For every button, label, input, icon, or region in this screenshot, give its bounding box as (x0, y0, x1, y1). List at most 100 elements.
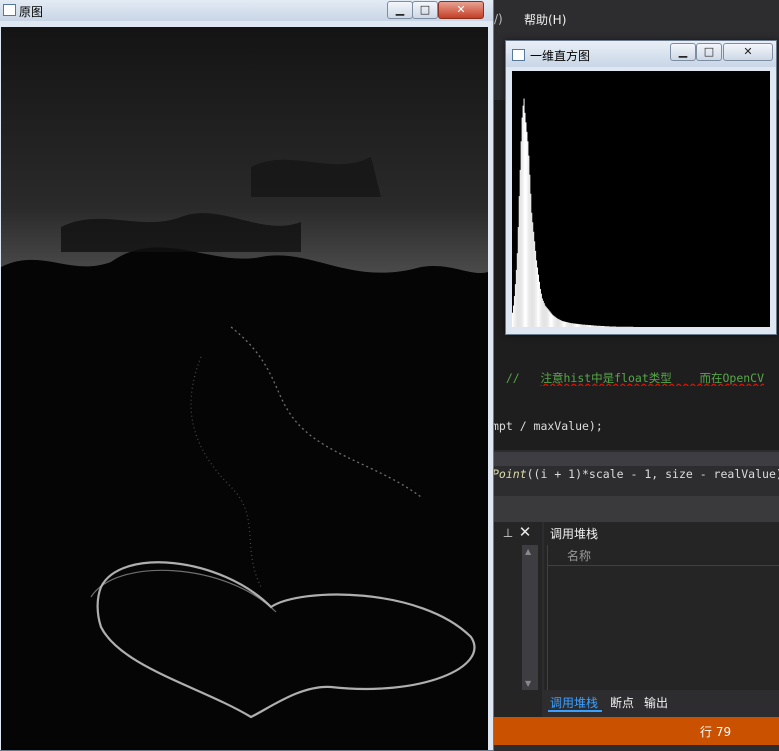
code-point-args: ((i + 1)*scale - 1, size - realValue)) (527, 467, 779, 481)
histogram-bar (582, 325, 583, 327)
close-button[interactable]: ✕ (723, 43, 773, 61)
window-title: 原图 (19, 3, 43, 20)
histogram-bar (515, 284, 516, 327)
editor-horizontal-scrollbar[interactable] (492, 452, 779, 466)
code-lines: // 注意hist中是float类型 而在OpenCV mpt / maxVal… (492, 338, 779, 498)
histogram-bar (537, 268, 538, 328)
window-app-icon (3, 4, 16, 16)
histogram-bar (554, 317, 555, 327)
code-type-keyword: Point (492, 467, 527, 481)
histogram-bar (526, 132, 527, 327)
histogram-bar (564, 322, 565, 327)
histogram-bar (543, 301, 544, 327)
histogram-bar (516, 270, 517, 327)
histogram-background (512, 71, 770, 327)
histogram-bar (532, 222, 533, 327)
minimize-button[interactable]: ▁ (387, 1, 413, 19)
minimize-button[interactable]: ▁ (670, 43, 696, 61)
histogram-bar (573, 323, 574, 327)
histogram-bar (521, 141, 522, 327)
histogram-bar (553, 316, 554, 327)
histogram-bar (541, 294, 542, 327)
histogram-window[interactable]: 一维直方图 ▁ □ ✕ (505, 40, 777, 335)
tab-output[interactable]: 输出 (644, 694, 668, 711)
histogram-bar (540, 289, 541, 327)
histogram-bar (595, 326, 596, 327)
histogram-bar (547, 308, 548, 327)
histogram-bar (566, 322, 567, 327)
histogram-bar (522, 118, 523, 327)
histogram-bar (600, 326, 601, 327)
close-button[interactable]: ✕ (438, 1, 484, 19)
histogram-bar (597, 326, 598, 327)
histogram-bar (603, 326, 604, 327)
histogram-bar (577, 324, 578, 327)
histogram-bar (563, 321, 564, 327)
histogram-bar (567, 322, 568, 327)
night-scene-image (1, 27, 488, 750)
column-header-name[interactable]: 名称 (567, 547, 591, 564)
histogram-bar (574, 323, 575, 327)
histogram-bar (596, 326, 597, 327)
scroll-up-icon[interactable]: ▲ (525, 547, 531, 556)
histogram-bar (577, 324, 578, 327)
histogram-bar (583, 325, 584, 327)
histogram-bar (558, 319, 559, 327)
window-title: 一维直方图 (530, 47, 590, 64)
status-bar (492, 717, 779, 745)
histogram-bar (519, 196, 520, 327)
panel-vertical-scrollbar[interactable] (522, 545, 538, 690)
histogram-bar (602, 326, 603, 327)
histogram-bar (576, 324, 577, 327)
histogram-bar (513, 306, 514, 327)
maximize-button[interactable]: □ (696, 43, 722, 61)
histogram-bar (579, 324, 580, 327)
histogram-chart (512, 71, 770, 327)
histogram-bar (527, 141, 528, 327)
histogram-bar (587, 325, 588, 327)
menu-item-partial[interactable]: /) (494, 12, 503, 26)
active-tab-indicator (548, 710, 602, 712)
histogram-bar (552, 315, 553, 327)
histogram-bar (556, 318, 557, 327)
histogram-bar (601, 326, 602, 327)
callstack-divider (547, 545, 548, 690)
original-image-window[interactable]: 原图 ▁ □ ✕ (0, 0, 494, 751)
histogram-bar (591, 325, 592, 327)
histogram-bar (593, 325, 594, 327)
code-line-expr: mpt / maxValue); (492, 418, 779, 434)
close-icon[interactable]: ✕ (518, 525, 532, 539)
histogram-bar (572, 323, 573, 327)
histogram-bar (528, 156, 529, 327)
histogram-bar (606, 326, 607, 327)
histogram-bar (539, 282, 540, 327)
histogram-bar (546, 307, 547, 327)
histogram-bar (575, 324, 576, 327)
histogram-bar (586, 325, 587, 327)
tab-breakpoints[interactable]: 断点 (610, 694, 634, 711)
pin-icon[interactable]: ⊥ (502, 526, 514, 540)
histogram-bar (525, 113, 526, 327)
histogram-bar (568, 322, 569, 327)
histogram-bar (538, 275, 539, 327)
histogram-bar (570, 323, 571, 327)
panel-divider (492, 496, 779, 522)
maximize-button[interactable]: □ (412, 1, 438, 19)
menu-item-help[interactable]: 帮助(H) (524, 11, 566, 28)
histogram-bar (534, 241, 535, 327)
histogram-bar (514, 296, 515, 327)
histogram-bar (605, 326, 606, 327)
scroll-down-icon[interactable]: ▼ (525, 679, 531, 688)
callstack-title: 调用堆栈 (550, 525, 598, 542)
histogram-bar (580, 324, 581, 327)
histogram-bar (599, 326, 600, 327)
tab-callstack[interactable]: 调用堆栈 (550, 694, 598, 711)
code-line-comment: // 注意hist中是float类型 而在OpenCV (492, 370, 779, 386)
histogram-bar (533, 232, 534, 327)
histogram-bar (520, 170, 521, 327)
histogram-bar (551, 313, 552, 327)
histogram-bar (542, 298, 543, 327)
histogram-svg (512, 71, 770, 327)
histogram-bar (523, 106, 524, 327)
histogram-bar (590, 325, 591, 327)
